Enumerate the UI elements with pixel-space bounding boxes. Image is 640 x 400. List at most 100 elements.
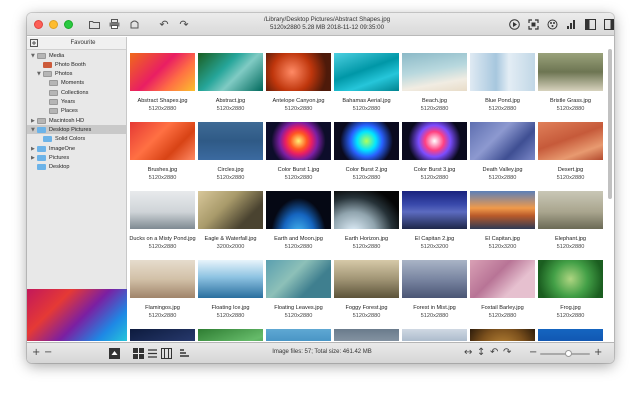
thumbnail-image[interactable] [266, 53, 331, 91]
thumbnail-image[interactable] [334, 260, 399, 298]
thumbnail-item[interactable]: Death Valley.jpg 5120x2880 [469, 120, 536, 190]
thumbnail-image[interactable] [470, 329, 535, 341]
sidebar-item-years[interactable]: Years [43, 98, 75, 107]
sidebar-item-macintosh-hd[interactable]: ▶ Macintosh HD [31, 116, 84, 125]
remove-button[interactable]: − [44, 347, 52, 359]
thumbnail-image[interactable] [538, 260, 603, 298]
thumbnail-image[interactable] [470, 53, 535, 91]
thumbnail-image[interactable] [538, 191, 603, 229]
thumbnail-image[interactable] [402, 122, 467, 160]
zoom-in-button[interactable]: + [594, 347, 602, 359]
thumbnail-image[interactable] [198, 329, 263, 341]
thumbnail-image[interactable] [130, 53, 195, 91]
thumbnail-item[interactable]: Elephant.jpg 5120x2880 [537, 189, 604, 259]
thumbnail-item[interactable]: Blue Pond.jpg 5120x2880 [469, 51, 536, 121]
thumbnail-item[interactable]: Color Burst 2.jpg 5120x2880 [333, 120, 400, 190]
close-button[interactable] [34, 20, 43, 29]
thumbnail-image[interactable] [402, 191, 467, 229]
thumbnail-item[interactable]: Color Burst 1.jpg 5120x2880 [265, 120, 332, 190]
thumbnail-item[interactable]: Floating Leaves.jpg 5120x2880 [265, 258, 332, 328]
fullscreen-icon[interactable] [526, 17, 540, 31]
thumbnail-image[interactable] [266, 191, 331, 229]
thumbnail-item[interactable] [401, 327, 468, 341]
toggle-inspector-icon[interactable] [602, 17, 614, 31]
rotate-right-icon[interactable]: ↷ [177, 17, 191, 31]
thumbnail-image[interactable] [334, 122, 399, 160]
thumbnail-item[interactable]: Earth Horizon.jpg 5120x2880 [333, 189, 400, 259]
thumbnail-item[interactable]: Abstract Shapes.jpg 5120x2880 [129, 51, 196, 121]
sidebar-item-collections[interactable]: Collections [43, 88, 88, 97]
grid-view-icon[interactable] [133, 348, 144, 363]
thumbnail-image[interactable] [538, 122, 603, 160]
thumbnail-item[interactable]: Ducks on a Misty Pond.jpg 5120x2880 [129, 189, 196, 259]
thumbnail-image[interactable] [402, 329, 467, 341]
thumbnail-item[interactable]: Color Burst 3.jpg 5120x2880 [401, 120, 468, 190]
thumbnail-image[interactable] [266, 122, 331, 160]
thumbnail-item[interactable]: Beach.jpg 5120x2880 [401, 51, 468, 121]
rotate-left-icon[interactable]: ↶ [157, 17, 171, 31]
thumbnail-item[interactable]: Brushes.jpg 5120x2880 [129, 120, 196, 190]
thumbnail-item[interactable]: Abstract.jpg 5120x2880 [197, 51, 264, 121]
eject-icon[interactable] [109, 348, 120, 363]
thumbnail-image[interactable] [198, 122, 263, 160]
thumbnail-image[interactable] [198, 260, 263, 298]
sidebar-item-desktop-pictures[interactable]: ▼ Desktop Pictures [27, 125, 127, 135]
thumbnail-item[interactable]: Desert.jpg 5120x2880 [537, 120, 604, 190]
thumbnail-image[interactable] [470, 191, 535, 229]
thumbnail-image[interactable] [266, 329, 331, 341]
histogram-icon[interactable] [564, 17, 578, 31]
thumbnail-image[interactable] [538, 329, 603, 341]
thumbnail-image[interactable] [130, 122, 195, 160]
thumbnail-item[interactable]: Circles.jpg 5120x2880 [197, 120, 264, 190]
sidebar-item-photos[interactable]: ▼ Photos [37, 70, 72, 79]
thumbnail-item[interactable] [197, 327, 264, 341]
thumbnail-image[interactable] [130, 260, 195, 298]
add-favourite-icon[interactable] [30, 34, 40, 52]
share-icon[interactable] [127, 17, 141, 31]
thumbnail-item[interactable]: Foxtail Barley.jpg 5120x2880 [469, 258, 536, 328]
thumbnail-item[interactable]: Bristle Grass.jpg 5120x2880 [537, 51, 604, 121]
thumbnail-item[interactable]: Frog.jpg 5120x2880 [537, 258, 604, 328]
zoom-out-button[interactable]: − [529, 347, 537, 359]
thumbnail-item[interactable]: Eagle & Waterfall.jpg 3200x2000 [197, 189, 264, 259]
thumbnail-item[interactable] [333, 327, 400, 341]
thumbnail-item[interactable] [129, 327, 196, 341]
sidebar-item-photo-booth[interactable]: Photo Booth [37, 60, 86, 69]
minimize-button[interactable] [49, 20, 58, 29]
thumbnail-item[interactable]: Flamingos.jpg 5120x2880 [129, 258, 196, 328]
thumbnail-item[interactable] [265, 327, 332, 341]
print-icon[interactable] [107, 17, 121, 31]
thumbnail-item[interactable]: Antelope Canyon.jpg 5120x2880 [265, 51, 332, 121]
thumbnail-image[interactable] [266, 260, 331, 298]
zoom-button[interactable] [64, 20, 73, 29]
thumbnail-item[interactable]: Earth and Moon.jpg 5120x2880 [265, 189, 332, 259]
sidebar-item-places[interactable]: Places [43, 107, 78, 116]
sidebar-item-desktop[interactable]: Desktop [31, 163, 70, 172]
list-view-icon[interactable] [147, 348, 158, 363]
fit-width-icon[interactable]: ↔ [464, 347, 472, 359]
sidebar-item-pictures[interactable]: ▶ Pictures [31, 153, 69, 162]
folder-icon[interactable] [87, 17, 101, 31]
thumbnail-image[interactable] [198, 53, 263, 91]
toggle-sidebar-icon[interactable] [583, 17, 597, 31]
thumbnail-image[interactable] [334, 329, 399, 341]
add-button[interactable]: + [32, 347, 40, 359]
sidebar-item-solid-colors[interactable]: Solid Colors [37, 135, 85, 144]
filmstrip-view-icon[interactable] [161, 348, 172, 363]
fit-height-icon[interactable]: ↕ [477, 347, 485, 359]
thumbnail-image[interactable] [470, 260, 535, 298]
thumbnail-item[interactable]: Bahamas Aerial.jpg 5120x2880 [333, 51, 400, 121]
sidebar-item-media[interactable]: ▼ Media [31, 51, 64, 60]
thumbnail-image[interactable] [198, 191, 263, 229]
slideshow-icon[interactable] [507, 17, 521, 31]
color-adjust-icon[interactable] [545, 17, 559, 31]
thumbnail-image[interactable] [402, 260, 467, 298]
vertical-scrollbar[interactable] [608, 49, 612, 199]
thumbnail-image[interactable] [130, 329, 195, 341]
thumbnail-image[interactable] [402, 53, 467, 91]
thumbnail-item[interactable]: El Capitan 2.jpg 5120x3200 [401, 189, 468, 259]
zoom-slider-knob[interactable] [565, 350, 572, 357]
thumbnail-item[interactable]: El Capitan.jpg 5120x3200 [469, 189, 536, 259]
thumbnail-image[interactable] [130, 191, 195, 229]
rotate-right-bottom-icon[interactable]: ↷ [503, 347, 511, 359]
